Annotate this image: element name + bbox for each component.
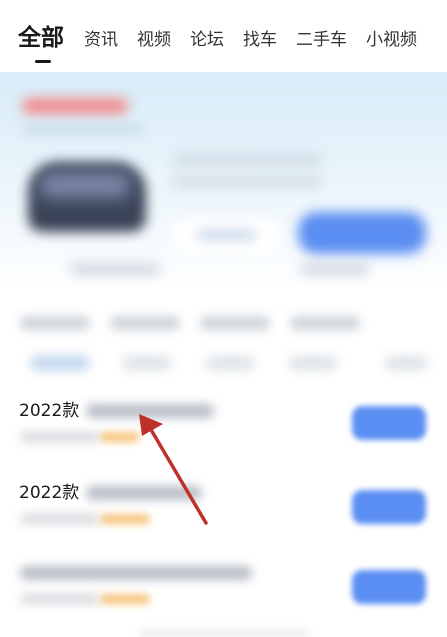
car-image-highlight	[40, 172, 130, 198]
blurred-filter-chip[interactable]	[384, 355, 428, 371]
blurred-trim-detail	[20, 514, 100, 524]
category-tabs: 全部 资讯 视频 论坛 找车 二手车 小视频	[18, 24, 417, 52]
tab-find-car[interactable]: 找车	[243, 28, 277, 52]
blurred-footnote-right	[300, 264, 370, 274]
blurred-trim-tag	[100, 594, 150, 604]
list-item[interactable]: 2022款	[0, 482, 447, 562]
car-summary-card	[0, 72, 447, 292]
blurred-info-line	[172, 176, 322, 188]
blurred-row-action-button[interactable]	[352, 570, 426, 604]
blurred-row-action-button[interactable]	[352, 490, 426, 524]
tab-used-car[interactable]: 二手车	[296, 28, 347, 52]
tab-video[interactable]: 视频	[137, 28, 171, 52]
blurred-filter-tab[interactable]	[290, 316, 360, 330]
blurred-filter-tab[interactable]	[20, 316, 90, 330]
blurred-trim-detail	[20, 594, 100, 604]
blurred-trim-name	[20, 566, 252, 580]
list-item[interactable]	[0, 562, 447, 637]
blurred-car-subtitle	[22, 124, 142, 134]
list-item[interactable]: 2022款	[0, 400, 447, 480]
trim-year-label: 2022款	[19, 483, 80, 503]
blurred-filter-chip[interactable]	[288, 355, 338, 371]
blurred-footnote-left	[70, 264, 160, 274]
trim-year-label: 2022款	[19, 401, 80, 421]
blurred-trim-detail	[20, 432, 100, 442]
blurred-primary-button[interactable]	[298, 212, 426, 254]
blurred-trim-name	[86, 404, 214, 418]
blurred-trim-tag	[100, 432, 140, 442]
active-tab-indicator	[35, 60, 51, 63]
blurred-filter-chip[interactable]	[122, 355, 172, 371]
tab-short-video[interactable]: 小视频	[366, 28, 417, 52]
tab-news[interactable]: 资讯	[84, 28, 118, 52]
blurred-trim-name	[86, 486, 202, 500]
blurred-row-action-button[interactable]	[352, 406, 426, 440]
blurred-filter-tab[interactable]	[200, 316, 270, 330]
blurred-car-name	[22, 98, 128, 114]
top-nav: 全部 资讯 视频 论坛 找车 二手车 小视频	[0, 0, 447, 70]
tab-all[interactable]: 全部	[18, 24, 64, 52]
blurred-filter-chip[interactable]	[30, 355, 90, 371]
blurred-filter-chip[interactable]	[205, 355, 255, 371]
blurred-filter-tab[interactable]	[110, 316, 180, 330]
blurred-price-line	[172, 154, 322, 166]
blurred-trim-tag	[100, 514, 150, 524]
tab-forum[interactable]: 论坛	[190, 28, 224, 52]
blurred-secondary-button-label	[196, 231, 256, 239]
bottom-fade	[140, 630, 310, 637]
